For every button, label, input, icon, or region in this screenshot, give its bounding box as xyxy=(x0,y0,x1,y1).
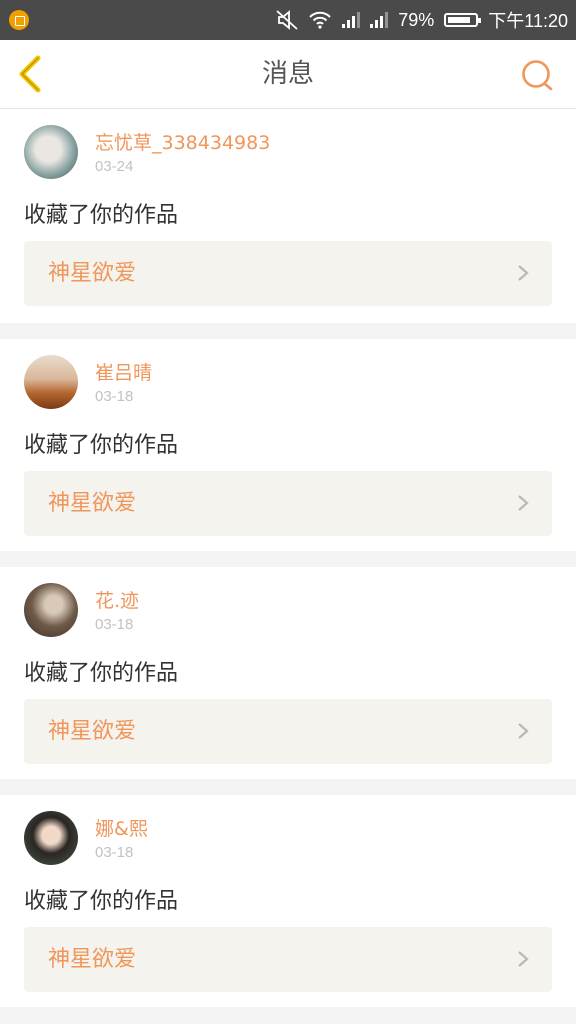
message-text: 收藏了你的作品 xyxy=(24,661,179,686)
avatar[interactable] xyxy=(24,125,78,179)
avatar[interactable] xyxy=(24,583,78,637)
work-title: 神星欲爱 xyxy=(48,719,137,744)
work-link[interactable]: 神星欲爱 xyxy=(24,471,552,536)
message-date: 03-18 xyxy=(95,844,134,861)
signal-icon xyxy=(370,12,389,28)
message-list: 忘忧草_338434983 03-24 收藏了你的作品 神星欲爱 崔吕晴 03-… xyxy=(0,109,576,1023)
battery-percent: 79% xyxy=(398,9,435,30)
avatar[interactable] xyxy=(24,811,78,865)
user-name[interactable]: 娜&熙 xyxy=(95,814,148,841)
user-name[interactable]: 崔吕晴 xyxy=(95,358,152,385)
message-text: 收藏了你的作品 xyxy=(24,889,179,914)
app-notification-icon xyxy=(9,10,29,30)
list-item: 崔吕晴 03-18 收藏了你的作品 神星欲爱 xyxy=(0,339,576,551)
clock: 下午11:20 xyxy=(488,11,568,31)
message-date: 03-18 xyxy=(95,388,134,405)
work-title: 神星欲爱 xyxy=(48,491,137,516)
search-icon[interactable] xyxy=(520,58,554,92)
status-bar: 79% 下午11:20 xyxy=(0,0,576,40)
work-title: 神星欲爱 xyxy=(48,261,137,286)
message-text: 收藏了你的作品 xyxy=(24,203,179,228)
list-item: 忘忧草_338434983 03-24 收藏了你的作品 神星欲爱 xyxy=(0,109,576,323)
chevron-right-icon xyxy=(518,951,529,967)
avatar[interactable] xyxy=(24,355,78,409)
page-title: 消息 xyxy=(261,59,314,89)
chevron-right-icon xyxy=(518,723,529,739)
list-item: 娜&熙 03-18 收藏了你的作品 神星欲爱 xyxy=(0,795,576,1007)
work-link[interactable]: 神星欲爱 xyxy=(24,699,552,764)
message-date: 03-24 xyxy=(95,158,134,175)
nav-bar: 消息 xyxy=(0,40,576,109)
wifi-icon xyxy=(309,11,331,29)
message-text: 收藏了你的作品 xyxy=(24,433,179,458)
work-title: 神星欲爱 xyxy=(48,947,137,972)
user-name[interactable]: 花.迹 xyxy=(95,586,139,613)
message-date: 03-18 xyxy=(95,616,134,633)
signal-icon xyxy=(342,12,361,28)
work-link[interactable]: 神星欲爱 xyxy=(24,927,552,992)
chevron-right-icon xyxy=(518,495,529,511)
mute-icon xyxy=(276,10,298,30)
chevron-right-icon xyxy=(518,265,529,281)
work-link[interactable]: 神星欲爱 xyxy=(24,241,552,306)
list-item: 花.迹 03-18 收藏了你的作品 神星欲爱 xyxy=(0,567,576,779)
user-name[interactable]: 忘忧草_338434983 xyxy=(95,128,270,155)
battery-icon xyxy=(444,13,482,27)
